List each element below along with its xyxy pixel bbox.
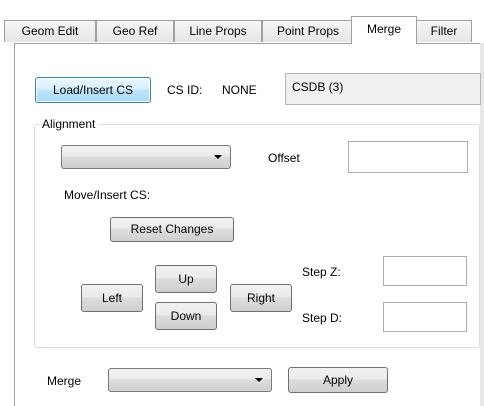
chevron-down-icon (255, 378, 263, 382)
merge-combo[interactable] (108, 368, 272, 392)
move-insert-cs-label: Move/Insert CS: (64, 188, 151, 202)
merge-label: Merge (47, 374, 82, 388)
apply-button[interactable]: Apply (288, 367, 388, 393)
tab-point-props[interactable]: Point Props (262, 20, 354, 42)
tab-filter[interactable]: Filter (416, 20, 472, 42)
tab-geo-ref[interactable]: Geo Ref (96, 20, 174, 42)
tab-geom-edit[interactable]: Geom Edit (4, 20, 96, 42)
cs-id-value: NONE (222, 83, 257, 97)
csdb-display: CSDB (3) (285, 73, 481, 105)
tab-merge[interactable]: Merge (351, 16, 417, 44)
reset-changes-button[interactable]: Reset Changes (110, 217, 234, 242)
alignment-group-label: Alignment (39, 117, 99, 131)
load-insert-cs-button[interactable]: Load/Insert CS (35, 77, 151, 103)
down-button[interactable]: Down (155, 302, 217, 330)
csdb-value: CSDB (3) (292, 80, 344, 94)
offset-label: Offset (268, 151, 300, 165)
right-button[interactable]: Right (230, 284, 292, 312)
step-d-input[interactable] (383, 302, 467, 332)
step-z-label: Step Z: (302, 265, 341, 279)
tab-line-props[interactable]: Line Props (174, 20, 262, 42)
step-z-input[interactable] (383, 256, 467, 286)
cs-id-label: CS ID: (167, 83, 203, 97)
step-d-label: Step D: (302, 311, 343, 325)
left-button[interactable]: Left (81, 284, 143, 312)
chevron-down-icon (214, 155, 222, 159)
alignment-combo[interactable] (61, 145, 231, 169)
up-button[interactable]: Up (155, 265, 217, 293)
offset-input[interactable] (348, 141, 468, 173)
